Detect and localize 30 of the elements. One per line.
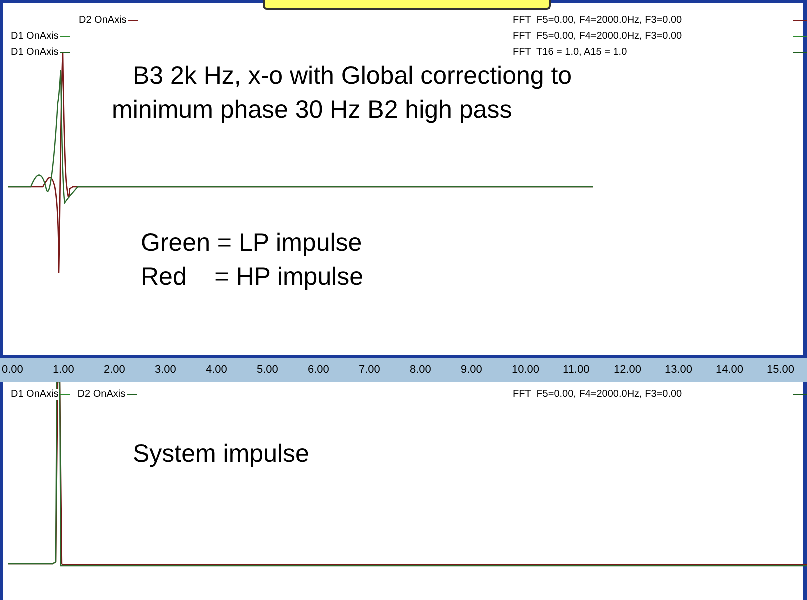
fft-setting-text: FFT F5=0.00, F4=2000.0Hz, F3=0.00 bbox=[513, 388, 684, 400]
axis-tick-label: 14.00 bbox=[716, 364, 745, 376]
axis-tick-label: 8.00 bbox=[410, 364, 432, 376]
annotation-text: B3 2k Hz, x-o with Global correctiong to bbox=[133, 61, 572, 91]
annotation-text: minimum phase 30 Hz B2 high pass bbox=[112, 95, 512, 125]
axis-tick-label: 3.00 bbox=[155, 364, 178, 376]
axis-tick-label: 12.00 bbox=[614, 364, 643, 376]
axis-tick-label: 11.00 bbox=[563, 364, 591, 376]
axis-tick-label: 1.00 bbox=[53, 364, 76, 376]
legend-label: D2 OnAxis bbox=[79, 14, 127, 26]
legend-label: D1 OnAxis bbox=[11, 388, 59, 400]
axis-tick-label: 0.00 bbox=[2, 364, 24, 376]
legend-label: D1 OnAxis bbox=[11, 46, 59, 58]
fft-setting-text: FFT T16 = 1.0, A15 = 1.0 bbox=[513, 46, 628, 58]
fft-setting-text: FFT F5=0.00, F4=2000.0Hz, F3=0.00 bbox=[513, 14, 684, 26]
axis-tick-label: 10.00 bbox=[512, 364, 541, 376]
axis-tick-label: 15.00 bbox=[767, 364, 796, 376]
axis-tick-label: 4.00 bbox=[206, 364, 228, 376]
axis-tick-label: 2.00 bbox=[104, 364, 126, 376]
axis-tick-label: 9.00 bbox=[461, 364, 484, 376]
annotation-text: Red = HP impulse bbox=[141, 262, 364, 292]
annotation-text: System impulse bbox=[133, 439, 310, 469]
title-tab[interactable] bbox=[263, 0, 551, 10]
legend-label: D1 OnAxis bbox=[11, 30, 59, 42]
axis-tick-label: 6.00 bbox=[308, 364, 330, 376]
fft-setting-text: FFT F5=0.00, F4=2000.0Hz, F3=0.00 bbox=[513, 30, 684, 42]
axis-tick-label: 7.00 bbox=[359, 364, 382, 376]
axis-tick-label: 13.00 bbox=[665, 364, 694, 376]
axis-tick-label: 5.00 bbox=[257, 364, 280, 376]
annotation-text: Green = LP impulse bbox=[141, 228, 362, 258]
